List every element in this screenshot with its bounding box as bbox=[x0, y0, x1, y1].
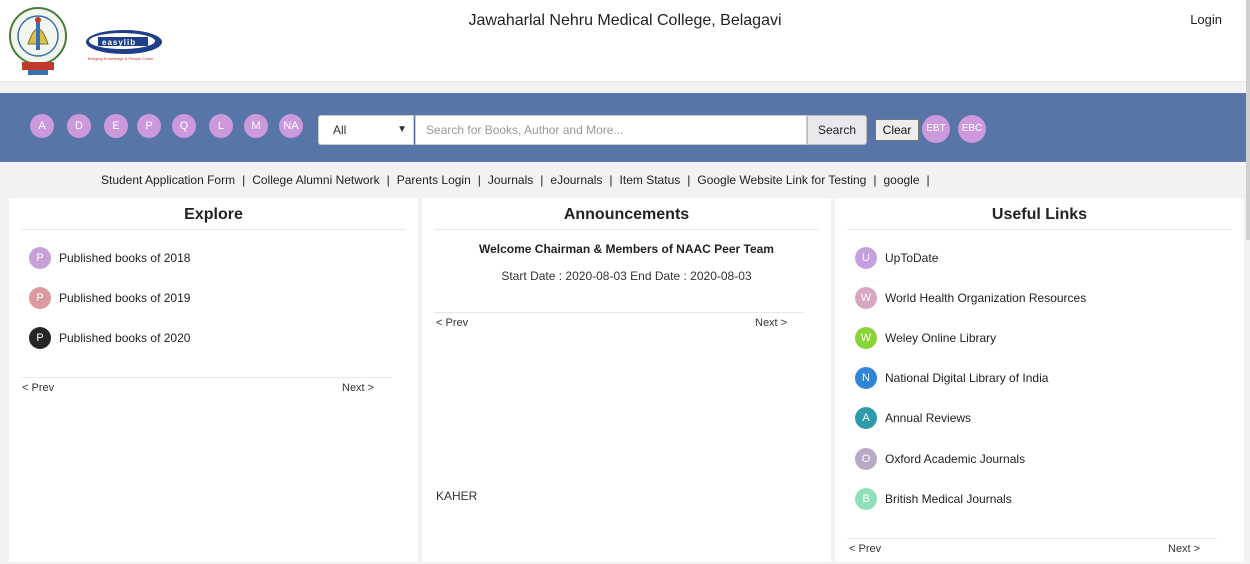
useful-link-label: Annual Reviews bbox=[885, 411, 972, 425]
useful-links-next-link[interactable]: Next > bbox=[1168, 543, 1200, 555]
ebc-button[interactable]: EBC bbox=[958, 115, 986, 143]
separator: | bbox=[873, 173, 877, 187]
scrollbar-thumb[interactable] bbox=[1246, 0, 1250, 240]
easylib-tagline: Bringing Knowledge & People Closer bbox=[88, 56, 154, 61]
alpha-filter-a[interactable]: A bbox=[30, 114, 54, 138]
useful-link-label: Oxford Academic Journals bbox=[885, 452, 1026, 466]
separator: | bbox=[540, 173, 544, 187]
useful-link-label: Weley Online Library bbox=[885, 331, 997, 345]
alpha-filter-e[interactable]: E bbox=[104, 114, 128, 138]
letter-badge: O bbox=[855, 448, 877, 470]
easylib-logo-icon[interactable]: easylib Bringing Knowledge & People Clos… bbox=[82, 24, 166, 64]
alpha-filter-d[interactable]: D bbox=[67, 114, 91, 138]
useful-links-prev-link[interactable]: < Prev bbox=[849, 543, 881, 555]
alpha-filter-na[interactable]: NA bbox=[279, 114, 303, 138]
announcements-panel: Announcements Welcome Chairman & Members… bbox=[422, 198, 831, 562]
category-selected-value: All bbox=[333, 123, 347, 137]
link-parents-login[interactable]: Parents Login bbox=[397, 173, 471, 187]
announcements-prev-link[interactable]: < Prev bbox=[436, 317, 468, 329]
letter-badge: A bbox=[855, 407, 877, 429]
site-header: easylib Bringing Knowledge & People Clos… bbox=[0, 0, 1250, 82]
link-college-alumni-network[interactable]: College Alumni Network bbox=[252, 173, 379, 187]
divider bbox=[847, 538, 1217, 539]
announcement-footer: KAHER bbox=[436, 489, 478, 503]
announcement-dates: Start Date : 2020-08-03 End Date : 2020-… bbox=[501, 269, 752, 283]
explore-item-label: Published books of 2020 bbox=[59, 331, 191, 345]
separator: | bbox=[477, 173, 481, 187]
search-input[interactable]: Search for Books, Author and More... bbox=[415, 115, 807, 145]
announcement-heading[interactable]: Welcome Chairman & Members of NAAC Peer … bbox=[422, 242, 831, 256]
divider bbox=[21, 377, 391, 378]
useful-link-label: National Digital Library of India bbox=[885, 371, 1049, 385]
divider bbox=[434, 229, 819, 230]
separator: | bbox=[386, 173, 390, 187]
category-select[interactable]: All ▼ bbox=[318, 115, 414, 145]
explore-item-label: Published books of 2018 bbox=[59, 251, 191, 265]
divider bbox=[434, 312, 804, 313]
search-button[interactable]: Search bbox=[807, 115, 867, 145]
link-item-status[interactable]: Item Status bbox=[620, 173, 681, 187]
letter-badge: U bbox=[855, 247, 877, 269]
easylib-wordmark: easylib bbox=[102, 38, 136, 47]
announcements-next-link[interactable]: Next > bbox=[755, 317, 787, 329]
chevron-down-icon: ▼ bbox=[397, 124, 407, 135]
alpha-filter-m[interactable]: M bbox=[244, 114, 268, 138]
letter-badge: B bbox=[855, 488, 877, 510]
page-title: Jawaharlal Nehru Medical College, Belaga… bbox=[468, 12, 782, 29]
search-bar-band: A D E P Q L M NA All ▼ Search for Books,… bbox=[0, 93, 1250, 162]
explore-prev-link[interactable]: < Prev bbox=[22, 382, 54, 394]
link-ejournals[interactable]: eJournals bbox=[550, 173, 602, 187]
separator: | bbox=[242, 173, 246, 187]
divider bbox=[21, 229, 406, 230]
explore-panel: Explore P Published books of 2018 P Publ… bbox=[9, 198, 418, 562]
link-google[interactable]: google bbox=[883, 173, 919, 187]
explore-title: Explore bbox=[184, 206, 243, 223]
useful-links-panel: Useful Links U UpToDate W World Health O… bbox=[835, 198, 1244, 562]
ebt-button[interactable]: EBT bbox=[922, 115, 950, 143]
useful-link-label: World Health Organization Resources bbox=[885, 291, 1087, 305]
login-link[interactable]: Login bbox=[1190, 12, 1222, 27]
link-google-website-testing[interactable]: Google Website Link for Testing bbox=[697, 173, 866, 187]
letter-badge: W bbox=[855, 287, 877, 309]
link-student-application-form[interactable]: Student Application Form bbox=[101, 173, 235, 187]
letter-badge: P bbox=[29, 327, 51, 349]
alpha-filter-p[interactable]: P bbox=[137, 114, 161, 138]
useful-link-label: British Medical Journals bbox=[885, 492, 1012, 506]
letter-badge: W bbox=[855, 327, 877, 349]
separator: | bbox=[926, 173, 930, 187]
divider bbox=[847, 229, 1232, 230]
clear-button[interactable]: Clear bbox=[875, 119, 919, 141]
quick-links-bar: Student Application Form | College Alumni … bbox=[0, 173, 1250, 191]
alpha-filter-q[interactable]: Q bbox=[172, 114, 196, 138]
alpha-filter-l[interactable]: L bbox=[209, 114, 233, 138]
announcements-title: Announcements bbox=[563, 206, 690, 223]
separator: | bbox=[687, 173, 691, 187]
link-journals[interactable]: Journals bbox=[488, 173, 533, 187]
explore-item-label: Published books of 2019 bbox=[59, 291, 191, 305]
useful-links-title: Useful Links bbox=[991, 206, 1088, 223]
useful-link-label: UpToDate bbox=[885, 251, 939, 265]
separator: | bbox=[609, 173, 613, 187]
letter-badge: N bbox=[855, 367, 877, 389]
explore-next-link[interactable]: Next > bbox=[342, 382, 374, 394]
page-scrollbar[interactable] bbox=[1246, 0, 1250, 564]
letter-badge: P bbox=[29, 247, 51, 269]
letter-badge: P bbox=[29, 287, 51, 309]
